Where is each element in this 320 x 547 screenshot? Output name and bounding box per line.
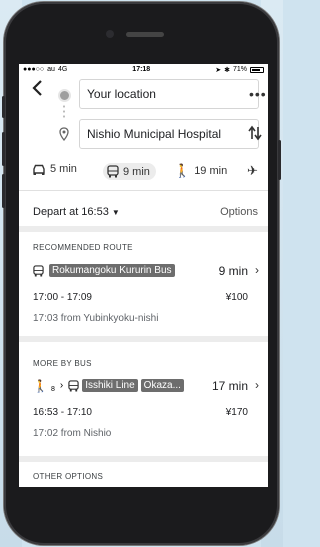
volume-up-button bbox=[2, 132, 5, 166]
destination-input[interactable]: Nishio Municipal Hospital bbox=[79, 119, 259, 149]
depart-label: Depart at 16:53 bbox=[33, 206, 109, 218]
signal-icon: ●●●○○ bbox=[23, 66, 45, 73]
more-by-bus-card[interactable]: MORE BY BUS 🚶 8 › Isshiki Line Okaza... … bbox=[19, 342, 268, 452]
walk-icon: 🚶 bbox=[33, 378, 48, 393]
bus-icon bbox=[107, 165, 119, 178]
route-times: 16:53 - 17:10 bbox=[33, 407, 92, 418]
bus-line-badge: Rokumangoku Kururin Bus bbox=[49, 264, 175, 277]
route-departure-stop: 17:03 from Yubinkyoku-nishi bbox=[33, 313, 159, 324]
swap-vertical-icon bbox=[248, 125, 262, 141]
chevron-right-icon: › bbox=[59, 380, 64, 391]
front-camera bbox=[106, 30, 114, 38]
bus-icon bbox=[68, 379, 79, 391]
earpiece-speaker bbox=[126, 32, 164, 37]
location-pin-icon bbox=[59, 127, 69, 141]
dropdown-arrow-icon: ▼ bbox=[111, 208, 120, 217]
volume-down-button bbox=[2, 174, 5, 208]
status-bar: ●●●○○ au 4G 17:18 ➤ ✱ 71% bbox=[19, 64, 268, 75]
more-horizontal-icon: ••• bbox=[249, 86, 267, 102]
swap-button[interactable] bbox=[248, 125, 262, 144]
other-options-title: OTHER OPTIONS bbox=[33, 472, 104, 481]
walk-icon: 🚶 bbox=[174, 163, 191, 178]
depart-bar: Depart at 16:53 ▼ Options bbox=[19, 198, 268, 224]
back-button[interactable] bbox=[31, 79, 43, 101]
carrier: au bbox=[47, 66, 55, 73]
tab-driving-label: 5 min bbox=[50, 163, 77, 175]
route-departure-stop: 17:02 from Nishio bbox=[33, 428, 112, 439]
walk-minutes: 8 bbox=[50, 386, 55, 393]
route-dots bbox=[63, 104, 65, 120]
depart-time-selector[interactable]: Depart at 16:53 ▼ bbox=[33, 206, 120, 218]
bluetooth-icon: ✱ bbox=[224, 66, 230, 74]
recommended-route-title: RECOMMENDED ROUTE bbox=[33, 243, 133, 252]
section-divider bbox=[19, 456, 268, 462]
bus-line-badge-2: Okaza... bbox=[140, 379, 184, 392]
origin-dot-icon bbox=[58, 89, 71, 102]
route-times: 17:00 - 17:09 bbox=[33, 292, 92, 303]
network-type: 4G bbox=[57, 66, 68, 73]
bus-icon bbox=[33, 264, 44, 276]
plane-icon: ✈ bbox=[247, 163, 258, 178]
tab-driving[interactable]: 5 min bbox=[32, 163, 77, 175]
battery-percent: 71% bbox=[232, 66, 247, 73]
chevron-right-icon: › bbox=[255, 263, 259, 277]
tab-transit-label: 9 min bbox=[123, 165, 150, 178]
location-arrow-icon: ➤ bbox=[215, 66, 222, 74]
tab-walking[interactable]: 🚶 19 min bbox=[174, 163, 227, 179]
route-duration: 9 min bbox=[218, 264, 248, 278]
origin-input[interactable]: Your location bbox=[79, 79, 259, 109]
clock: 17:18 bbox=[132, 66, 151, 73]
tab-flights[interactable]: ✈ bbox=[247, 163, 258, 179]
phone-screen: ●●●○○ au 4G 17:18 ➤ ✱ 71% Your location … bbox=[19, 64, 268, 487]
more-options-button[interactable]: ••• bbox=[249, 86, 267, 102]
travel-mode-tabs: 5 min 9 min 🚶 19 min ✈ bbox=[19, 159, 268, 187]
battery-icon bbox=[249, 66, 264, 73]
more-by-bus-title: MORE BY BUS bbox=[33, 359, 92, 368]
header-divider bbox=[19, 190, 268, 191]
power-button bbox=[278, 140, 281, 180]
route-fare: ¥100 bbox=[225, 292, 248, 303]
route-duration: 17 min bbox=[211, 379, 248, 393]
bus-line-badge: Isshiki Line bbox=[82, 379, 138, 392]
chevron-left-icon bbox=[32, 80, 42, 96]
recommended-route-card[interactable]: RECOMMENDED ROUTE Rokumangoku Kururin Bu… bbox=[19, 232, 268, 334]
tab-transit[interactable]: 9 min bbox=[103, 163, 156, 180]
car-icon bbox=[33, 164, 45, 175]
route-fare: ¥170 bbox=[225, 407, 248, 418]
chevron-right-icon: › bbox=[255, 378, 259, 392]
mute-switch bbox=[2, 96, 5, 118]
tab-walking-label: 19 min bbox=[194, 165, 228, 177]
options-button[interactable]: Options bbox=[220, 206, 258, 218]
